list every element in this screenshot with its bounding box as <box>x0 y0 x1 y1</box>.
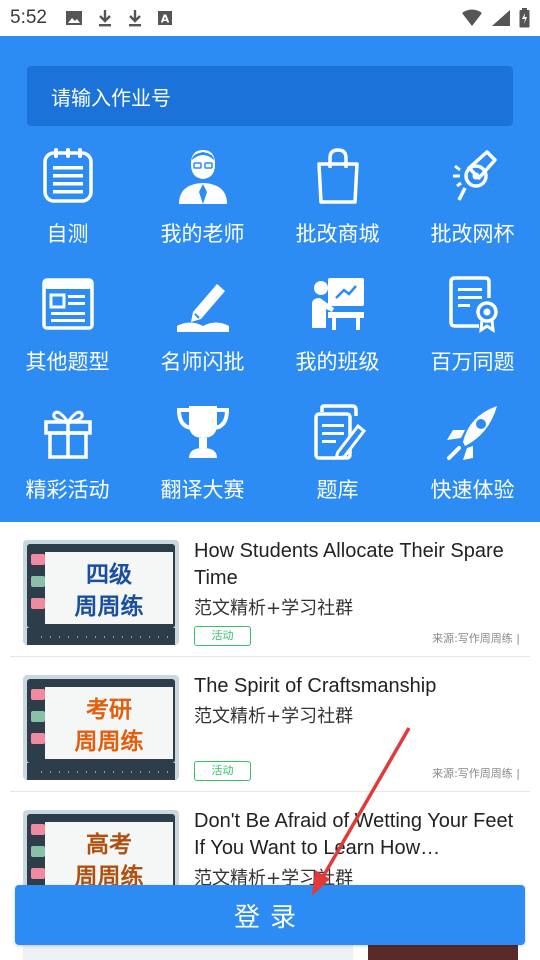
activity-badge: 活动 <box>194 761 251 781</box>
feature-label: 批改商城 <box>295 222 380 246</box>
login-label: 登录 <box>233 902 306 933</box>
feature-label: 其他题型 <box>25 350 110 374</box>
feature-question-bank[interactable]: 题库 <box>270 402 405 522</box>
article-thumbnail: 四级 周周练 <box>23 540 179 645</box>
classroom-icon <box>312 278 364 330</box>
battery-icon <box>519 8 530 28</box>
gift-icon <box>44 410 92 459</box>
feature-label: 批改网杯 <box>430 222 515 246</box>
article-thumbnail: 考研 周周练 <box>23 675 179 780</box>
svg-text:A: A <box>161 13 170 26</box>
feature-my-class[interactable]: 我的班级 <box>270 274 405 394</box>
thumbnail-title-top: 高考 <box>86 831 132 858</box>
next-item-thumbnail <box>23 945 353 960</box>
browser-window-icon <box>42 278 94 330</box>
feature-label: 自测 <box>46 222 89 246</box>
feature-translation-contest[interactable]: 翻译大赛 <box>135 402 270 522</box>
homework-search-input[interactable]: 请输入作业号 <box>27 66 513 126</box>
feature-grading-mall[interactable]: 批改商城 <box>270 146 405 266</box>
login-button[interactable]: 登录 <box>15 885 525 945</box>
next-item-image <box>368 945 518 960</box>
thumbnail-title-bottom: 周周练 <box>75 728 144 755</box>
search-placeholder: 请输入作业号 <box>51 85 171 110</box>
trophy-cup-icon <box>453 150 497 201</box>
feature-label: 题库 <box>316 478 359 502</box>
signal-icon <box>492 10 510 26</box>
pen-book-icon <box>177 284 229 332</box>
article-source: 来源:写作周周练 | <box>432 632 520 645</box>
feature-label: 翻译大赛 <box>160 478 245 502</box>
thumbnail-title-top: 考研 <box>86 697 132 723</box>
feature-label: 我的老师 <box>160 222 245 246</box>
article-subtitle: 范文精析+学习社群 <box>194 598 354 619</box>
feature-label: 快速体验 <box>430 478 515 502</box>
feature-flash-grading[interactable]: 名师闪批 <box>135 274 270 394</box>
list-item[interactable]: 四级 周周练 How Students Allocate Their Spare… <box>0 522 540 657</box>
article-source: 来源:写作周周练 | <box>432 767 520 780</box>
status-time: 5:52 <box>10 7 47 28</box>
certificate-icon <box>449 276 498 334</box>
trophy-icon <box>176 406 230 458</box>
download-icon <box>128 10 141 27</box>
article-title: The Spirit of Craftsmanship <box>194 675 437 697</box>
list-continuation <box>0 945 540 960</box>
feature-grading-cup[interactable]: 批改网杯 <box>405 146 540 266</box>
feature-other-questions[interactable]: 其他题型 <box>0 274 135 394</box>
feature-quick-experience[interactable]: 快速体验 <box>405 402 540 522</box>
thumbnail-title-bottom: 周周练 <box>75 593 144 620</box>
teacher-icon <box>179 150 227 204</box>
feature-events[interactable]: 精彩活动 <box>0 402 135 522</box>
download-icon <box>98 10 111 27</box>
article-title: Don't Be Afraid of Wetting Your Feet If … <box>194 810 514 859</box>
font-a-icon: A <box>157 11 172 26</box>
activity-badge: 活动 <box>194 626 251 646</box>
documents-icon <box>314 404 367 460</box>
feature-million-questions[interactable]: 百万同题 <box>405 274 540 394</box>
feature-my-teacher[interactable]: 我的老师 <box>135 146 270 266</box>
list-item[interactable]: 考研 周周练 The Spirit of Craftsmanship 范文精析+… <box>0 657 540 792</box>
article-title: How Students Allocate Their Spare Time <box>194 540 504 589</box>
feature-label: 名师闪批 <box>160 350 245 374</box>
feature-self-test[interactable]: 自测 <box>0 146 135 266</box>
feature-label: 百万同题 <box>430 350 515 374</box>
wifi-icon <box>462 9 482 26</box>
thumbnail-title-top: 四级 <box>86 561 132 588</box>
feature-label: 我的班级 <box>295 350 380 374</box>
notepad-icon <box>43 148 93 203</box>
rocket-icon <box>447 406 497 460</box>
status-bar: 5:52 A <box>0 0 540 36</box>
article-subtitle: 范文精析+学习社群 <box>194 706 354 727</box>
feature-label: 精彩活动 <box>25 478 110 502</box>
header-panel: 请输入作业号 自测 我的老师 批改商城 批改网杯 其他题型 名师闪批 我的班级 … <box>0 36 540 522</box>
shopping-bag-icon <box>317 148 359 204</box>
image-icon <box>65 11 82 25</box>
